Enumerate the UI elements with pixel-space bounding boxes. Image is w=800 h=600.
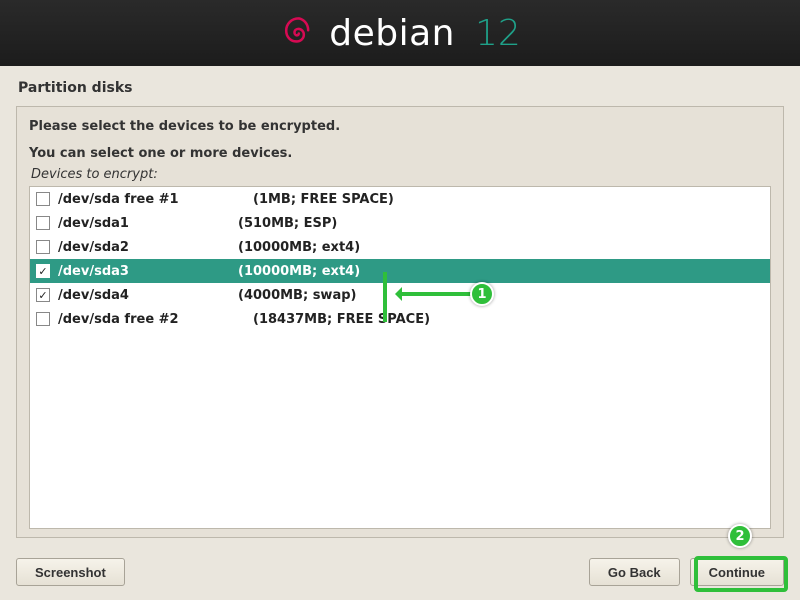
device-checkbox[interactable]: ✓ xyxy=(36,264,50,278)
instruction-secondary: You can select one or more devices. xyxy=(29,146,771,161)
device-row[interactable]: /dev/sda free #2(18437MB; FREE SPACE) xyxy=(30,307,770,331)
installer-banner: debian 12 xyxy=(0,0,800,66)
brand-version: 12 xyxy=(475,13,521,54)
device-row[interactable]: /dev/sda1(510MB; ESP) xyxy=(30,211,770,235)
brand-name: debian xyxy=(329,13,455,54)
device-checkbox[interactable]: ✓ xyxy=(36,288,50,302)
device-checkbox[interactable] xyxy=(36,192,50,206)
partition-panel: Please select the devices to be encrypte… xyxy=(16,106,784,538)
device-detail: (10000MB; ext4) xyxy=(238,240,360,255)
device-name: /dev/sda free #2 xyxy=(58,312,253,327)
device-row[interactable]: /dev/sda2(10000MB; ext4) xyxy=(30,235,770,259)
go-back-button[interactable]: Go Back xyxy=(589,558,680,586)
device-row[interactable]: /dev/sda free #1(1MB; FREE SPACE) xyxy=(30,187,770,211)
device-detail: (10000MB; ext4) xyxy=(238,264,360,279)
device-detail: (1MB; FREE SPACE) xyxy=(253,192,394,207)
instruction-primary: Please select the devices to be encrypte… xyxy=(29,119,771,134)
device-row[interactable]: ✓ /dev/sda3(10000MB; ext4) xyxy=(30,259,770,283)
debian-swirl-icon xyxy=(279,13,315,53)
device-list[interactable]: /dev/sda free #1(1MB; FREE SPACE)/dev/sd… xyxy=(29,186,771,529)
device-row[interactable]: ✓ /dev/sda4(4000MB; swap) xyxy=(30,283,770,307)
device-detail: (4000MB; swap) xyxy=(238,288,356,303)
device-detail: (510MB; ESP) xyxy=(238,216,337,231)
footer: Screenshot Go Back Continue xyxy=(0,544,800,600)
device-name: /dev/sda2 xyxy=(58,240,238,255)
device-name: /dev/sda3 xyxy=(58,264,238,279)
page-title: Partition disks xyxy=(0,66,800,106)
devices-label: Devices to encrypt: xyxy=(29,167,771,182)
device-detail: (18437MB; FREE SPACE) xyxy=(253,312,430,327)
device-name: /dev/sda1 xyxy=(58,216,238,231)
device-checkbox[interactable] xyxy=(36,240,50,254)
continue-button[interactable]: Continue xyxy=(690,558,784,586)
device-name: /dev/sda free #1 xyxy=(58,192,253,207)
device-name: /dev/sda4 xyxy=(58,288,238,303)
device-checkbox[interactable] xyxy=(36,216,50,230)
screenshot-button[interactable]: Screenshot xyxy=(16,558,125,586)
device-checkbox[interactable] xyxy=(36,312,50,326)
